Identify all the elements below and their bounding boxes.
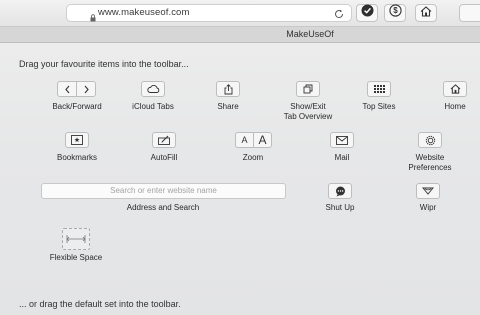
mail-label: Mail [334,153,350,162]
show-exit-label-line2: Tab Overview [283,112,333,121]
search-field-preview: Search or enter website name [41,183,286,199]
lock-icon [90,9,96,27]
extension-check-button[interactable] [356,4,378,22]
autofill-label: AutoFill [150,153,178,162]
overflow-button[interactable] [459,4,480,22]
gear-icon [418,132,442,148]
tab-bar: MakeUseOf [0,27,480,43]
zoom-in-icon: A [253,132,272,148]
address-search-label: Address and Search [126,203,200,212]
tab-overview-icon [296,81,320,97]
wipr-icon [416,183,440,199]
reload-icon[interactable] [333,7,345,25]
tab-title[interactable]: MakeUseOf [0,29,480,39]
flexible-space-label: Flexible Space [49,253,103,262]
wipr-label: Wipr [419,203,437,212]
dollar-icon: $ [388,4,402,22]
customize-toolbar-sheet: Drag your favourite items into the toolb… [0,43,480,315]
home-icon [420,4,432,22]
back-forward-label: Back/Forward [52,102,102,111]
extension-s-button[interactable]: $ [384,4,406,22]
cloud-icon [141,81,165,97]
home-item-icon [443,81,467,97]
top-sites-label: Top Sites [362,102,396,111]
back-icon [57,81,77,97]
customize-footer[interactable]: ... or drag the default set into the too… [19,299,181,309]
website-prefs-label-line1: Website [415,153,445,162]
share-icon [216,81,240,97]
customize-heading: Drag your favourite items into the toolb… [19,59,189,69]
checkmark-icon [361,4,374,22]
icloud-tabs-label: iCloud Tabs [132,102,174,111]
mail-icon [330,132,354,148]
share-label: Share [217,102,239,111]
speech-bubble-icon [328,183,352,199]
address-bar-url: www.makeuseof.com [98,7,190,18]
autofill-icon [152,132,176,148]
shut-up-label: Shut Up [325,203,355,212]
home-label: Home [444,102,466,111]
forward-icon [76,81,96,97]
grid-icon [367,81,391,97]
zoom-out-icon: A [235,132,254,148]
home-button[interactable] [415,4,437,22]
zoom-label: Zoom [242,153,264,162]
flexible-space-icon [62,228,90,250]
address-bar[interactable]: www.makeuseof.com [66,4,352,22]
website-prefs-label-line2: Preferences [408,163,452,172]
bookmarks-icon [65,132,89,148]
browser-toolbar: www.makeuseof.com $ [0,0,480,27]
show-exit-label-line1: Show/Exit [290,102,326,111]
bookmarks-label: Bookmarks [56,153,97,162]
svg-text:$: $ [393,6,398,15]
